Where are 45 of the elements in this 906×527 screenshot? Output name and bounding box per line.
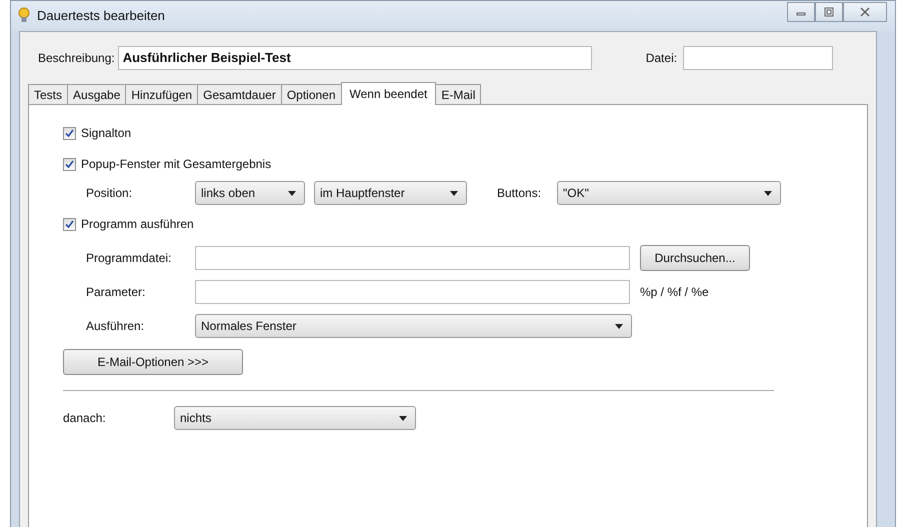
dropdown[interactable]: im Hauptfenster (314, 181, 467, 205)
program-file-field[interactable] (195, 246, 630, 270)
description-field[interactable]: Ausführlicher Beispiel-Test (118, 46, 592, 70)
tab[interactable]: Gesamtdauer (197, 84, 282, 104)
field-label: Ausführen: (86, 319, 146, 333)
checkbox-label: Popup-Fenster mit Gesamtergebnis (81, 157, 272, 171)
file-field[interactable] (683, 46, 834, 70)
dropdown[interactable]: Normales Fenster (195, 314, 632, 338)
field-label: Position: (86, 186, 134, 200)
tab[interactable]: Optionen (280, 84, 342, 104)
dropdown[interactable]: nichts (174, 406, 416, 430)
tab[interactable]: Hinzufügen (125, 84, 198, 104)
caret-icon (450, 190, 458, 196)
field-label: Parameter: (86, 285, 146, 299)
field-label: Beschreibung: (38, 51, 115, 65)
checkbox[interactable] (63, 218, 76, 230)
field-label: Buttons: (497, 186, 542, 200)
checkbox[interactable] (63, 126, 76, 140)
parameter-field[interactable] (195, 280, 630, 304)
caret-icon (615, 324, 623, 328)
lightbulb-icon (18, 7, 30, 23)
close-icon (860, 7, 870, 17)
email-options-button[interactable]: E-Mail-Optionen >>> (63, 349, 243, 375)
dropdown[interactable]: "OK" (557, 181, 781, 205)
caret-icon (764, 190, 772, 196)
tab[interactable]: Tests (28, 84, 68, 104)
caret-icon (288, 190, 296, 196)
field-label: Datei: (646, 51, 678, 65)
field-label: Programmdatei: (86, 251, 172, 265)
checkbox[interactable] (63, 158, 76, 170)
tab[interactable]: Wenn beendet (340, 82, 436, 105)
checkbox-label: Programm ausführen (81, 217, 194, 231)
dropdown[interactable]: links oben (195, 181, 305, 205)
browse-button[interactable]: Durchsuchen... (640, 245, 750, 271)
checkbox-label: Signalton (81, 126, 132, 140)
parameter-hint: %p / %f / %e (640, 285, 709, 299)
close-button[interactable] (843, 2, 887, 22)
minimize-button[interactable] (787, 2, 815, 22)
maximize-icon (824, 7, 834, 17)
maximize-button[interactable] (815, 2, 843, 22)
window-title: Dauertests bearbeiten (37, 8, 165, 22)
tab[interactable]: Ausgabe (67, 84, 126, 104)
caret-icon (399, 416, 407, 420)
field-label: danach: (63, 411, 107, 425)
tab[interactable]: E-Mail (435, 84, 482, 104)
